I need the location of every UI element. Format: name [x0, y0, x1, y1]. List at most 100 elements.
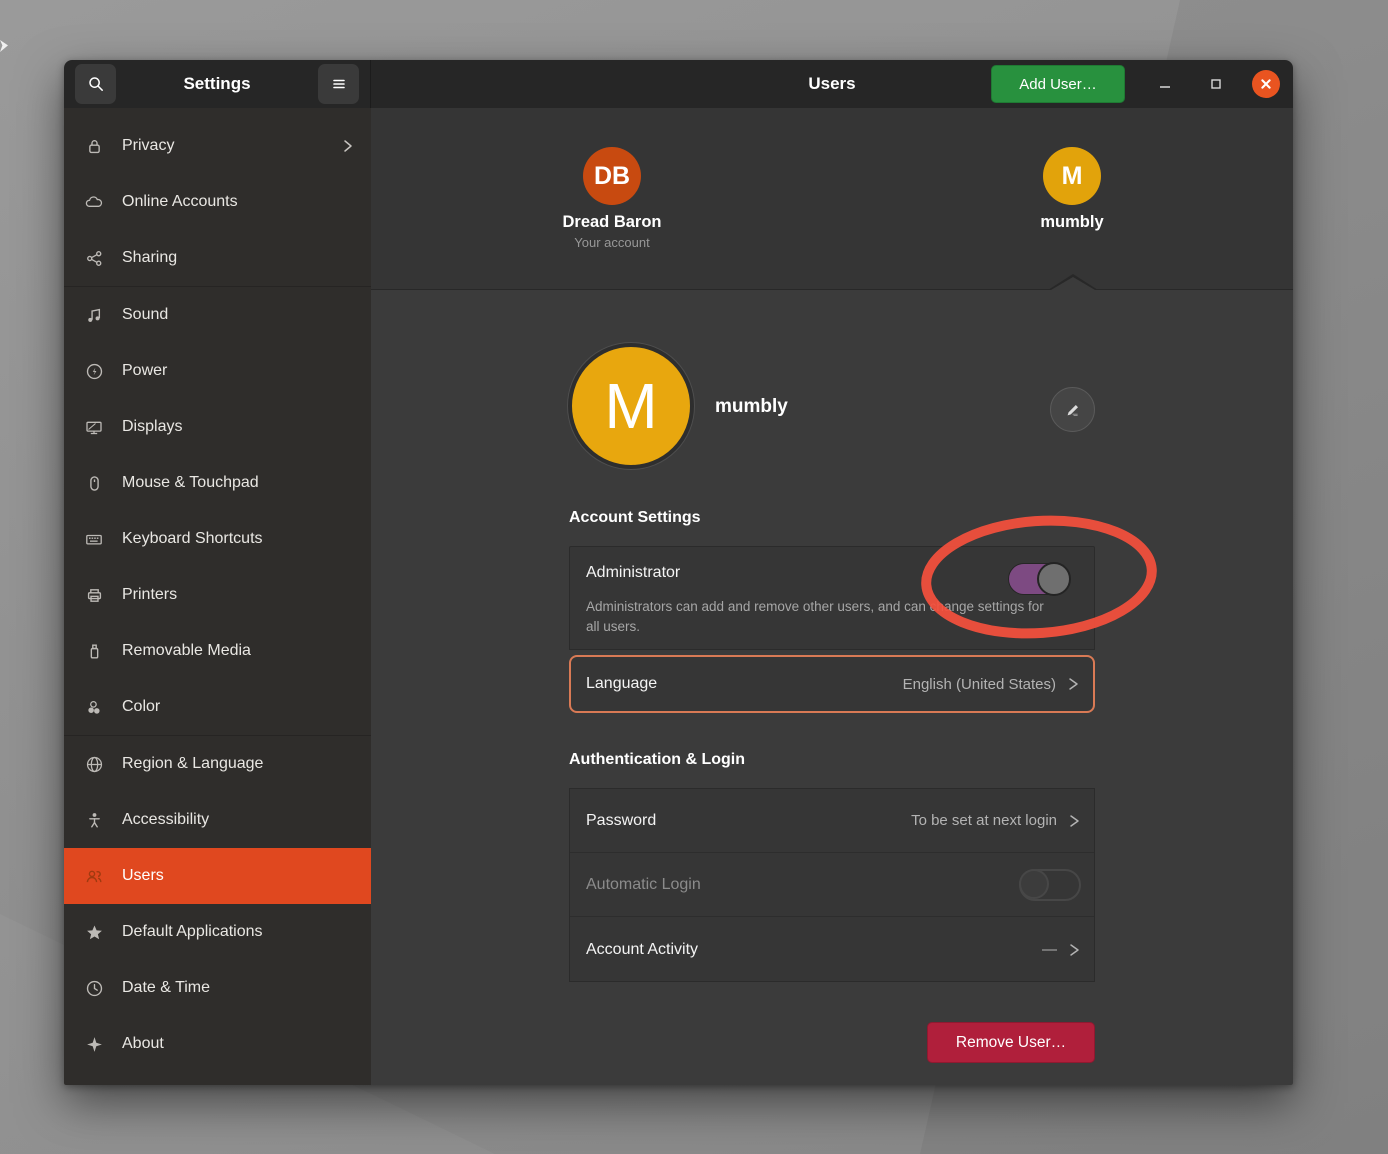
- titlebar: Settings Users Add User…: [64, 60, 1293, 108]
- add-user-button[interactable]: Add User…: [991, 65, 1125, 103]
- automatic-login-toggle[interactable]: [1019, 869, 1081, 901]
- globe-icon: [83, 755, 105, 774]
- maximize-button[interactable]: [1201, 69, 1231, 99]
- users-panel: DB Dread Baron Your account M mumbly M m…: [371, 108, 1293, 1085]
- sidebar-item-removable-media[interactable]: Removable Media: [64, 623, 371, 679]
- edit-name-button[interactable]: [1050, 387, 1095, 432]
- sidebar-item-power[interactable]: Power: [64, 343, 371, 399]
- sidebar-item-label: Users: [122, 867, 355, 885]
- sidebar: Privacy Online Accounts Sharing Sound: [64, 108, 371, 1085]
- avatar: M: [1043, 147, 1101, 205]
- section-title-authentication-login: Authentication & Login: [569, 751, 745, 769]
- close-button[interactable]: [1252, 70, 1280, 98]
- main-header: Users Add User…: [371, 60, 1293, 108]
- user-subtitle: Your account: [542, 235, 682, 250]
- remove-user-button[interactable]: Remove User…: [927, 1022, 1095, 1063]
- password-value: To be set at next login: [911, 812, 1057, 829]
- search-button[interactable]: [75, 64, 116, 104]
- user-chip-mumbly[interactable]: M mumbly: [1002, 147, 1142, 232]
- chevron-right-icon: [1067, 675, 1080, 693]
- sidebar-item-label: Online Accounts: [122, 193, 355, 211]
- app-title: Settings: [116, 74, 318, 94]
- cursor-artifact: [0, 40, 8, 52]
- printer-icon: [83, 586, 105, 605]
- sidebar-item-about[interactable]: About: [64, 1016, 371, 1072]
- sidebar-item-label: Power: [122, 362, 355, 380]
- section-title-account-settings: Account Settings: [569, 509, 701, 527]
- sidebar-item-date-time[interactable]: Date & Time: [64, 960, 371, 1016]
- sidebar-item-label: Privacy: [122, 137, 324, 155]
- search-icon: [87, 75, 105, 93]
- profile-avatar[interactable]: M: [568, 343, 694, 469]
- close-icon: [1259, 77, 1273, 91]
- sidebar-item-displays[interactable]: Displays: [64, 399, 371, 455]
- share-icon: [83, 249, 105, 268]
- toggle-knob: [1037, 562, 1071, 596]
- administrator-toggle[interactable]: [1008, 563, 1070, 595]
- sidebar-item-label: Sharing: [122, 249, 355, 267]
- automatic-login-row: Automatic Login: [570, 853, 1094, 917]
- users-icon: [83, 867, 105, 886]
- sidebar-item-mouse-touchpad[interactable]: Mouse & Touchpad: [64, 455, 371, 511]
- chevron-right-icon: [1068, 941, 1081, 959]
- language-row[interactable]: Language English (United States): [569, 655, 1095, 713]
- sidebar-item-label: Printers: [122, 586, 355, 604]
- display-icon: [83, 418, 105, 437]
- toggle-knob: [1019, 869, 1049, 899]
- sidebar-item-privacy[interactable]: Privacy: [64, 118, 371, 174]
- sidebar-item-label: Date & Time: [122, 979, 355, 997]
- sidebar-item-keyboard-shortcuts[interactable]: Keyboard Shortcuts: [64, 511, 371, 567]
- sidebar-item-label: Mouse & Touchpad: [122, 474, 355, 492]
- sidebar-header: Settings: [64, 60, 371, 108]
- user-carousel: DB Dread Baron Your account M mumbly: [371, 108, 1293, 290]
- desktop: Settings Users Add User…: [0, 0, 1388, 1154]
- settings-window: Settings Users Add User…: [64, 60, 1293, 1085]
- sidebar-item-region-language[interactable]: Region & Language: [64, 736, 371, 792]
- password-label: Password: [586, 812, 911, 830]
- sidebar-item-accessibility[interactable]: Accessibility: [64, 792, 371, 848]
- sidebar-item-label: About: [122, 1035, 355, 1053]
- sidebar-item-users[interactable]: Users: [64, 848, 371, 904]
- sidebar-item-color[interactable]: Color: [64, 679, 371, 735]
- sidebar-item-sharing[interactable]: Sharing: [64, 230, 371, 286]
- sidebar-item-label: Displays: [122, 418, 355, 436]
- star-icon: [83, 923, 105, 942]
- usb-drive-icon: [83, 642, 105, 661]
- user-name: mumbly: [1002, 213, 1142, 232]
- account-activity-row[interactable]: Account Activity —: [570, 917, 1094, 982]
- language-value: English (United States): [903, 676, 1056, 693]
- accessibility-icon: [83, 811, 105, 830]
- selected-user-notch: [1051, 277, 1095, 290]
- sidebar-item-label: Sound: [122, 306, 355, 324]
- language-label: Language: [586, 675, 903, 693]
- account-activity-label: Account Activity: [586, 941, 1042, 959]
- sidebar-item-label: Keyboard Shortcuts: [122, 530, 355, 548]
- keyboard-icon: [83, 530, 105, 549]
- sidebar-item-online-accounts[interactable]: Online Accounts: [64, 174, 371, 230]
- sidebar-item-default-applications[interactable]: Default Applications: [64, 904, 371, 960]
- sidebar-item-label: Removable Media: [122, 642, 355, 660]
- sidebar-item-label: Default Applications: [122, 923, 355, 941]
- account-activity-value: —: [1042, 941, 1057, 958]
- clock-icon: [83, 979, 105, 998]
- user-chip-dread-baron[interactable]: DB Dread Baron Your account: [542, 147, 682, 250]
- avatar: DB: [583, 147, 641, 205]
- chevron-right-icon: [1068, 812, 1081, 830]
- sidebar-item-label: Region & Language: [122, 755, 355, 773]
- sidebar-item-label: Color: [122, 698, 355, 716]
- profile-name: mumbly: [715, 396, 788, 418]
- administrator-label: Administrator: [586, 564, 680, 582]
- automatic-login-label: Automatic Login: [586, 876, 1019, 894]
- password-row[interactable]: Password To be set at next login: [570, 789, 1094, 853]
- chevron-right-icon: [341, 138, 355, 154]
- pencil-icon: [1064, 401, 1082, 419]
- sidebar-item-label: Accessibility: [122, 811, 355, 829]
- menu-button[interactable]: [318, 64, 359, 104]
- minimize-button[interactable]: [1150, 69, 1180, 99]
- sidebar-item-sound[interactable]: Sound: [64, 287, 371, 343]
- power-icon: [83, 362, 105, 381]
- music-note-icon: [83, 306, 105, 325]
- sparkle-icon: [83, 1035, 105, 1054]
- sidebar-item-printers[interactable]: Printers: [64, 567, 371, 623]
- lock-icon: [83, 137, 105, 156]
